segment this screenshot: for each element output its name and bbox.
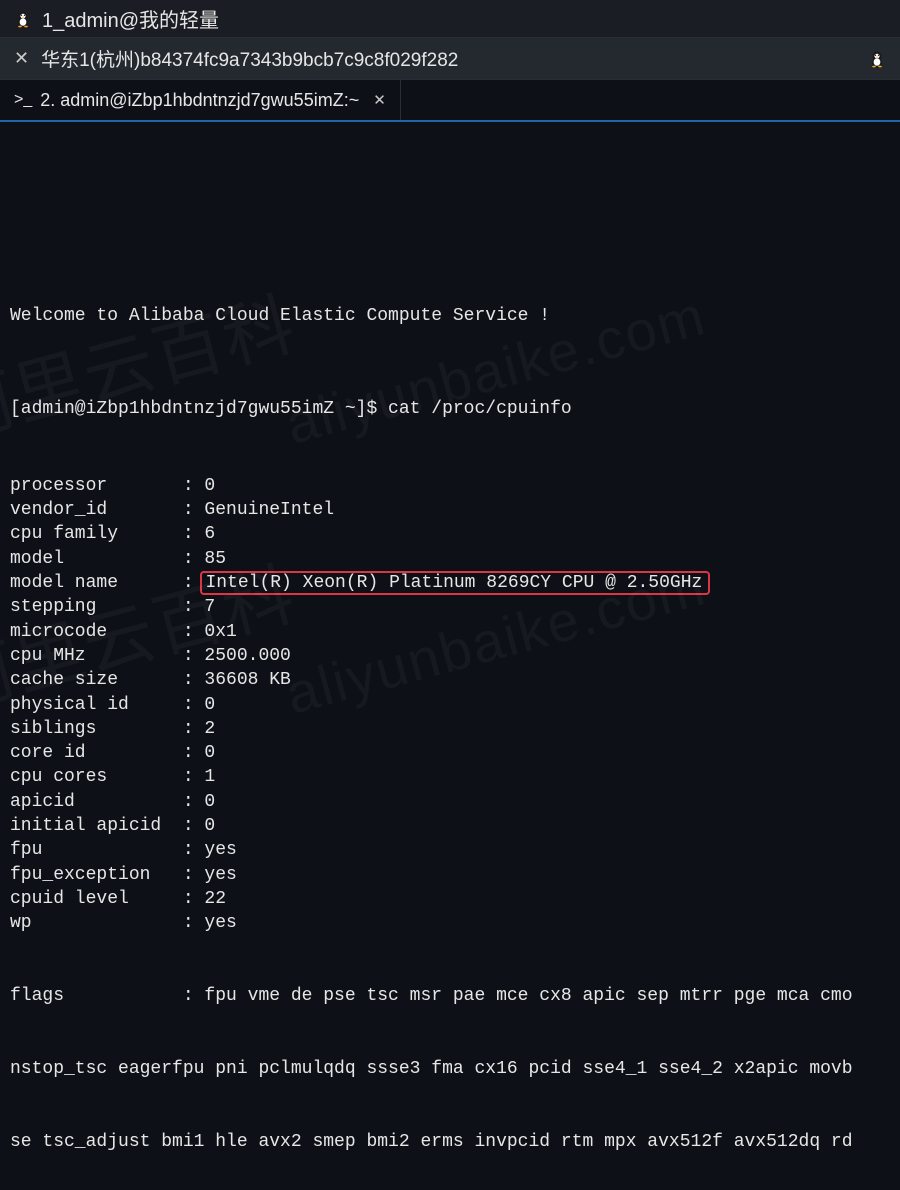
- welcome-line: Welcome to Alibaba Cloud Elastic Compute…: [10, 304, 890, 328]
- tab-close-icon[interactable]: ✕: [373, 91, 386, 109]
- tab-label: 2. admin@iZbp1hbdntnzjd7gwu55imZ:~: [40, 90, 359, 111]
- cpuinfo-row: processor : 0: [10, 474, 890, 498]
- cpuinfo-row: model name : Intel(R) Xeon(R) Platinum 8…: [10, 571, 890, 595]
- title-bar: 1_admin@我的轻量: [0, 0, 900, 38]
- cpuinfo-row: fpu : yes: [10, 838, 890, 862]
- flags-line: se tsc_adjust bmi1 hle avx2 smep bmi2 er…: [10, 1130, 890, 1154]
- flags-line: flags : fpu vme de pse tsc msr pae mce c…: [10, 984, 890, 1008]
- cpuinfo-row: cache size : 36608 KB: [10, 668, 890, 692]
- close-icon[interactable]: ✕: [14, 48, 29, 69]
- tab-bar: >_ 2. admin@iZbp1hbdntnzjd7gwu55imZ:~ ✕: [0, 80, 900, 122]
- cpuinfo-row: fpu_exception : yes: [10, 863, 890, 887]
- cpuinfo-row: wp : yes: [10, 911, 890, 935]
- cpuinfo-row: cpu family : 6: [10, 522, 890, 546]
- cpuinfo-row: physical id : 0: [10, 693, 890, 717]
- terminal-prompt-icon: >_: [14, 91, 32, 109]
- highlighted-value: Intel(R) Xeon(R) Platinum 8269CY CPU @ 2…: [200, 571, 710, 595]
- cpuinfo-row: initial apicid : 0: [10, 814, 890, 838]
- cpuinfo-output: processor : 0vendor_id : GenuineIntelcpu…: [10, 474, 890, 936]
- cpuinfo-row: cpu cores : 1: [10, 765, 890, 789]
- cpuinfo-row: cpu MHz : 2500.000: [10, 644, 890, 668]
- subtitle-bar: ✕ 华东1(杭州)b84374fc9a7343b9bcb7c9c8f029f28…: [0, 38, 900, 80]
- penguin-icon-right: [868, 50, 886, 68]
- flags-line: nstop_tsc eagerfpu pni pclmulqdq ssse3 f…: [10, 1057, 890, 1081]
- terminal-content[interactable]: 阿里云百科 阿里云百科 aliyunbaike.com aliyunbaike.…: [0, 122, 900, 1190]
- window-title: 1_admin@我的轻量: [42, 4, 219, 33]
- terminal-tab[interactable]: >_ 2. admin@iZbp1hbdntnzjd7gwu55imZ:~ ✕: [0, 80, 401, 120]
- cpuinfo-row: cpuid level : 22: [10, 887, 890, 911]
- cpuinfo-row: model : 85: [10, 547, 890, 571]
- cpuinfo-row: stepping : 7: [10, 595, 890, 619]
- prompt-line: [admin@iZbp1hbdntnzjd7gwu55imZ ~]$ cat /…: [10, 397, 890, 421]
- cpuinfo-row: siblings : 2: [10, 717, 890, 741]
- cpuinfo-row: microcode : 0x1: [10, 620, 890, 644]
- cpuinfo-row: apicid : 0: [10, 790, 890, 814]
- cpuinfo-row: core id : 0: [10, 741, 890, 765]
- instance-info: 华东1(杭州)b84374fc9a7343b9bcb7c9c8f029f282: [41, 45, 458, 72]
- cpuinfo-row: vendor_id : GenuineIntel: [10, 498, 890, 522]
- penguin-icon: [14, 10, 32, 28]
